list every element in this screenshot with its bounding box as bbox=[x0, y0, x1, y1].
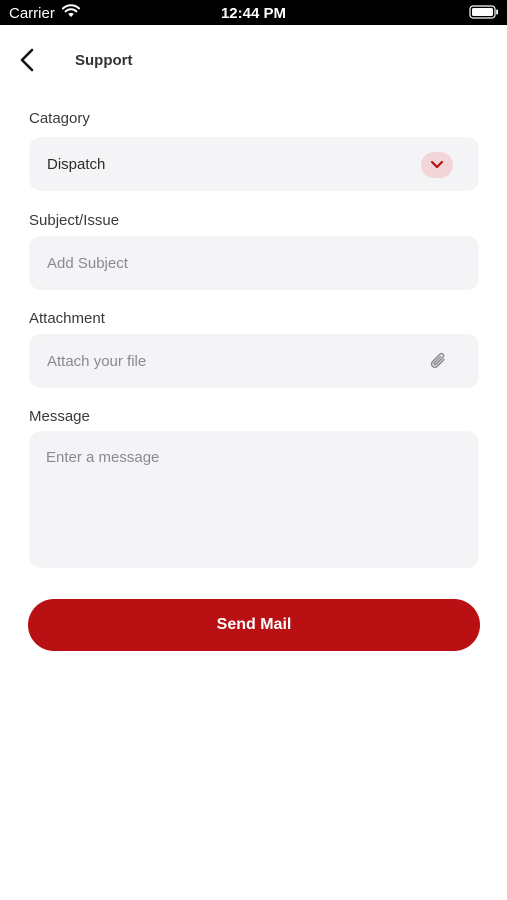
battery-icon bbox=[469, 5, 499, 23]
send-mail-button[interactable]: Send Mail bbox=[28, 599, 480, 651]
subject-placeholder: Add Subject bbox=[47, 255, 128, 272]
message-textarea[interactable]: Enter a message bbox=[29, 431, 479, 568]
attachment-field[interactable]: Attach your file bbox=[29, 334, 479, 388]
paperclip-icon[interactable] bbox=[429, 350, 449, 377]
category-value: Dispatch bbox=[47, 156, 106, 173]
category-dropdown-toggle[interactable] bbox=[421, 152, 453, 178]
attachment-label: Attachment bbox=[29, 310, 105, 327]
status-bar: Carrier 12:44 PM bbox=[0, 0, 507, 25]
subject-input[interactable]: Add Subject bbox=[29, 236, 479, 290]
chevron-down-icon bbox=[430, 160, 444, 169]
category-label: Catagory bbox=[29, 110, 90, 127]
back-button[interactable] bbox=[14, 45, 42, 75]
status-time: 12:44 PM bbox=[220, 5, 287, 22]
category-select[interactable]: Dispatch bbox=[29, 137, 479, 191]
nav-header: Support bbox=[0, 25, 507, 95]
attachment-placeholder: Attach your file bbox=[47, 353, 147, 370]
message-placeholder: Enter a message bbox=[46, 449, 160, 466]
chevron-left-icon bbox=[20, 48, 34, 72]
send-mail-label: Send Mail bbox=[216, 616, 292, 633]
subject-label: Subject/Issue bbox=[29, 212, 120, 229]
page-title: Support bbox=[75, 52, 133, 69]
message-label: Message bbox=[29, 408, 90, 425]
